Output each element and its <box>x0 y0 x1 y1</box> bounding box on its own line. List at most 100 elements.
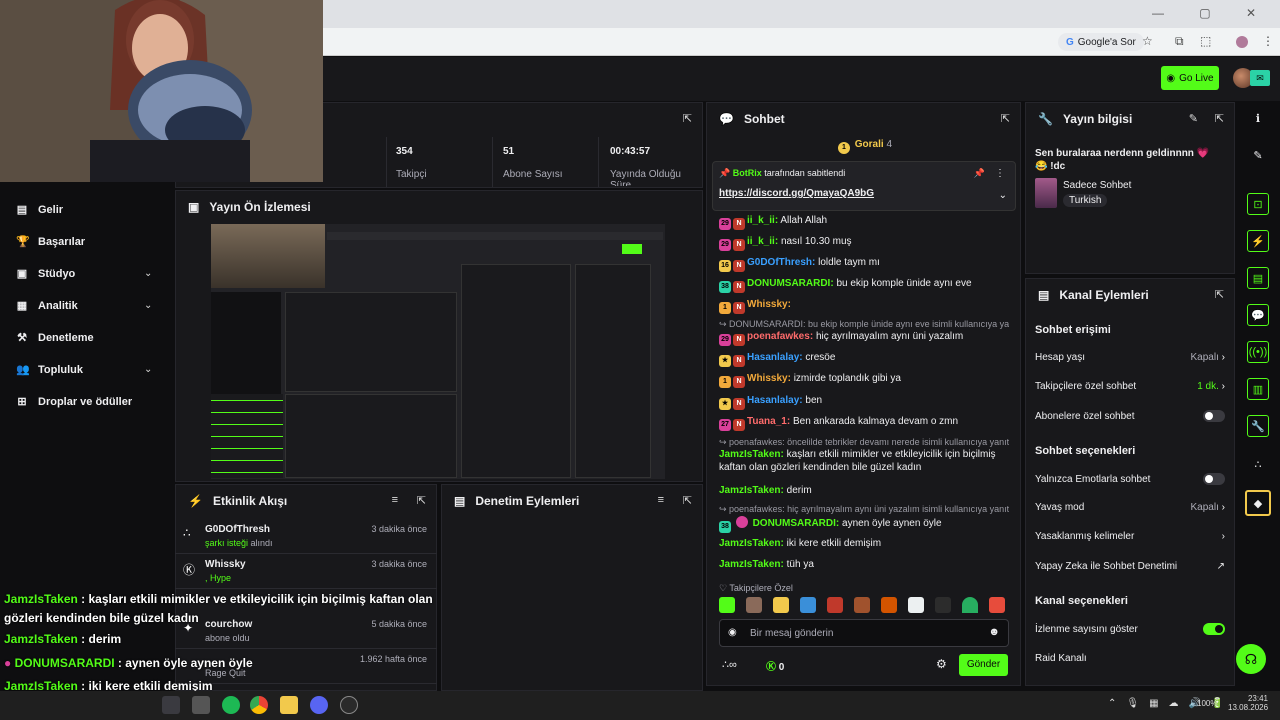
popout-icon[interactable]: ⇱ <box>1215 112 1224 125</box>
bookmark-star-icon[interactable]: ☆ <box>1142 34 1153 48</box>
extensions-icon[interactable]: ⬚ <box>1200 34 1211 48</box>
broadcast-rail-icon[interactable]: ((•)) <box>1247 341 1269 363</box>
activity-item[interactable]: ∴ G0DOfThresh şarkı isteği alındı 3 dakika … <box>175 520 437 554</box>
sidebar-item-drops[interactable]: ⊞ Droplar ve ödüller <box>16 395 132 409</box>
banned-words-row[interactable]: Yasaklanmış kelimeler › <box>1035 531 1225 542</box>
wrench-rail-icon[interactable]: 🔧 <box>1247 415 1269 437</box>
chrome-icon[interactable] <box>250 696 268 714</box>
window-controls[interactable]: — ▢ ✕ <box>1152 6 1272 20</box>
chat-username[interactable]: Hasanlalay <box>747 352 799 363</box>
followers-chat-row[interactable]: Takipçilere özel sohbet 1 dk. › <box>1035 381 1225 392</box>
chat-input[interactable]: ◉ Bir mesaj gönderin ☻ <box>719 619 1009 647</box>
chat-username[interactable]: DONUMSARARDI <box>753 518 836 529</box>
filter-icon[interactable]: ≡ <box>392 494 398 506</box>
chat-message[interactable]: 38 DONUMSARARDI: aynen öyle aynen öyle <box>719 516 1009 533</box>
chat-message[interactable]: ★ N Hasanlalay: ben <box>719 394 1009 410</box>
chat-message[interactable]: 29 Npoenafawkes: hiç ayrılmayalım aynı ün… <box>719 330 1009 346</box>
activity-item[interactable]: ✦ courchow abone oldu 5 dakika önce <box>175 615 437 649</box>
ai-moderation-row[interactable]: Yapay Zeka ile Sohbet Denetimi ↗ <box>1035 561 1225 572</box>
chat-message[interactable]: JamzIsTaken: kaşları etkili mimikler ve … <box>719 448 1001 474</box>
emote-only-toggle[interactable] <box>1203 473 1225 485</box>
taskbar-app-icon[interactable] <box>162 696 180 714</box>
sidebar-item-trophy[interactable]: 🏆 Başarılar <box>16 235 85 249</box>
file-explorer-icon[interactable] <box>280 696 298 714</box>
activity-item[interactable]: Ⓚ Whissky , Hype 3 dakika önce <box>175 555 437 589</box>
emoji-icon[interactable]: ☻ <box>988 626 1000 638</box>
stream-preview-video[interactable] <box>211 224 665 479</box>
sidebar-item-community[interactable]: 👥 Topluluk <box>16 363 83 377</box>
chat-username[interactable]: JamzIsTaken <box>719 559 781 570</box>
chat-username[interactable]: Whissky <box>747 299 788 310</box>
taskbar-app-icon[interactable] <box>192 696 210 714</box>
chat-username[interactable]: ii_k_ii <box>747 236 775 247</box>
popout-icon[interactable]: ⇱ <box>683 112 692 125</box>
chevron-down-icon[interactable]: ⌄ <box>999 190 1007 201</box>
popout-icon[interactable]: ⇱ <box>683 494 692 507</box>
chat-username[interactable]: JamzIsTaken <box>719 449 781 460</box>
chat-message[interactable]: 38 N DONUMSARARDI: bu ekip komple ünide ay… <box>719 277 1009 293</box>
translate-icon[interactable]: ⧉ <box>1175 34 1184 49</box>
slow-mode-row[interactable]: Yavaş mod Kapalı › <box>1035 502 1225 513</box>
popout-icon[interactable]: ⇱ <box>1001 112 1010 125</box>
support-headset-icon[interactable]: ☊ <box>1236 644 1266 674</box>
popout-icon[interactable]: ⇱ <box>1215 288 1224 301</box>
more-icon[interactable]: ⋮ <box>995 168 1005 179</box>
edit-pencil-icon[interactable]: ✎ <box>1189 112 1198 125</box>
chat-message[interactable]: JamzIsTaken: tüh ya <box>719 558 1009 571</box>
chat-username[interactable]: poenafawkes <box>747 331 810 342</box>
obs-icon[interactable] <box>340 696 358 714</box>
chat-message[interactable]: JamzIsTaken: iki kere etkili demişim <box>719 537 1009 550</box>
chat-username[interactable]: Hasanlalay <box>747 395 799 406</box>
chat-message[interactable]: 1 N Whissky: <box>719 298 1009 314</box>
chat-message[interactable]: 1 N Whissky: izmirde toplandık gibi ya <box>719 372 1009 388</box>
tag-rail-icon[interactable]: ◆ <box>1245 490 1271 516</box>
raid-row[interactable]: Raid Kanalı <box>1035 653 1225 664</box>
chat-username[interactable]: ii_k_ii <box>747 215 775 226</box>
sidebar-item-studio[interactable]: ▣ Stüdyo <box>16 267 75 281</box>
infinity-icon[interactable]: ∴∞ <box>722 658 737 671</box>
show-viewers-row[interactable]: İzlenme sayısını göster <box>1035 623 1225 635</box>
emote-only-row[interactable]: Yalnızca Emotlarla sohbet <box>1035 473 1225 485</box>
spotify-icon[interactable] <box>222 696 240 714</box>
chat-username[interactable]: Tuana_1 <box>747 416 787 427</box>
menu-kebab-icon[interactable]: ⋮ <box>1262 34 1274 48</box>
list-rail-icon[interactable]: ▤ <box>1247 267 1269 289</box>
subs-chat-row[interactable]: Abonelere özel sohbet <box>1035 410 1225 422</box>
clip-icon[interactable]: ⊡ <box>1247 193 1269 215</box>
subs-chat-toggle[interactable] <box>1203 410 1225 422</box>
layout-rail-icon[interactable]: ▥ <box>1247 378 1269 400</box>
dots-rail-icon[interactable]: ∴ <box>1247 453 1269 475</box>
filter-icon[interactable]: ≡ <box>658 494 664 506</box>
emote-bar[interactable] <box>719 597 1009 615</box>
chat-message[interactable]: JamzIsTaken: derim <box>719 484 1009 497</box>
settings-gear-icon[interactable]: ⚙ <box>936 657 947 671</box>
account-age-row[interactable]: Hesap yaşı Kapalı › <box>1035 352 1225 363</box>
send-button[interactable]: Gönder <box>959 654 1008 676</box>
edit-icon[interactable]: ✎ <box>1247 144 1269 166</box>
sidebar-item-income[interactable]: ▤ Gelir <box>16 203 63 217</box>
sidebar-item-analytics[interactable]: ▦ Analitik <box>16 299 78 313</box>
chat-username[interactable]: Whissky <box>747 373 788 384</box>
chat-message[interactable]: ★ N Hasanlalay: cresöe <box>719 351 1009 367</box>
info-icon[interactable]: ℹ <box>1247 107 1269 129</box>
chat-username[interactable]: G0DOfThresh <box>747 257 812 268</box>
category-name[interactable]: Sadece Sohbet <box>1063 180 1131 191</box>
google-ask-button[interactable]: G Google'a Sor <box>1058 33 1144 51</box>
chat-username[interactable]: DONUMSARARDI <box>747 278 830 289</box>
chat-rail-icon[interactable]: 💬 <box>1247 304 1269 326</box>
profile-icon[interactable] <box>1236 36 1248 48</box>
unpin-icon[interactable]: 📌 <box>974 168 985 179</box>
go-live-button[interactable]: ◉ Go Live <box>1161 66 1219 90</box>
chat-message[interactable]: 16 N G0DOfThresh: loldle taym mı <box>719 256 1009 272</box>
chat-message[interactable]: 29 Nii_k_ii: Allah Allah <box>719 214 1009 230</box>
clock[interactable]: 23:41 13.08.2026 <box>1228 694 1268 712</box>
lightning-rail-icon[interactable]: ⚡ <box>1247 230 1269 252</box>
discord-icon[interactable] <box>310 696 328 714</box>
chat-message[interactable]: 27 N Tuana_1: Ben ankarada kalmaya devam o… <box>719 415 1009 431</box>
chat-message[interactable]: 29 Nii_k_ii: nasıl 10.30 muş <box>719 235 1009 251</box>
pinned-link[interactable]: https://discord.gg/QmayaQA9bG <box>719 188 874 199</box>
chat-username[interactable]: JamzIsTaken <box>719 538 781 549</box>
chat-username[interactable]: JamzIsTaken <box>719 485 781 496</box>
popout-icon[interactable]: ⇱ <box>417 494 426 507</box>
show-viewers-toggle[interactable] <box>1203 623 1225 635</box>
